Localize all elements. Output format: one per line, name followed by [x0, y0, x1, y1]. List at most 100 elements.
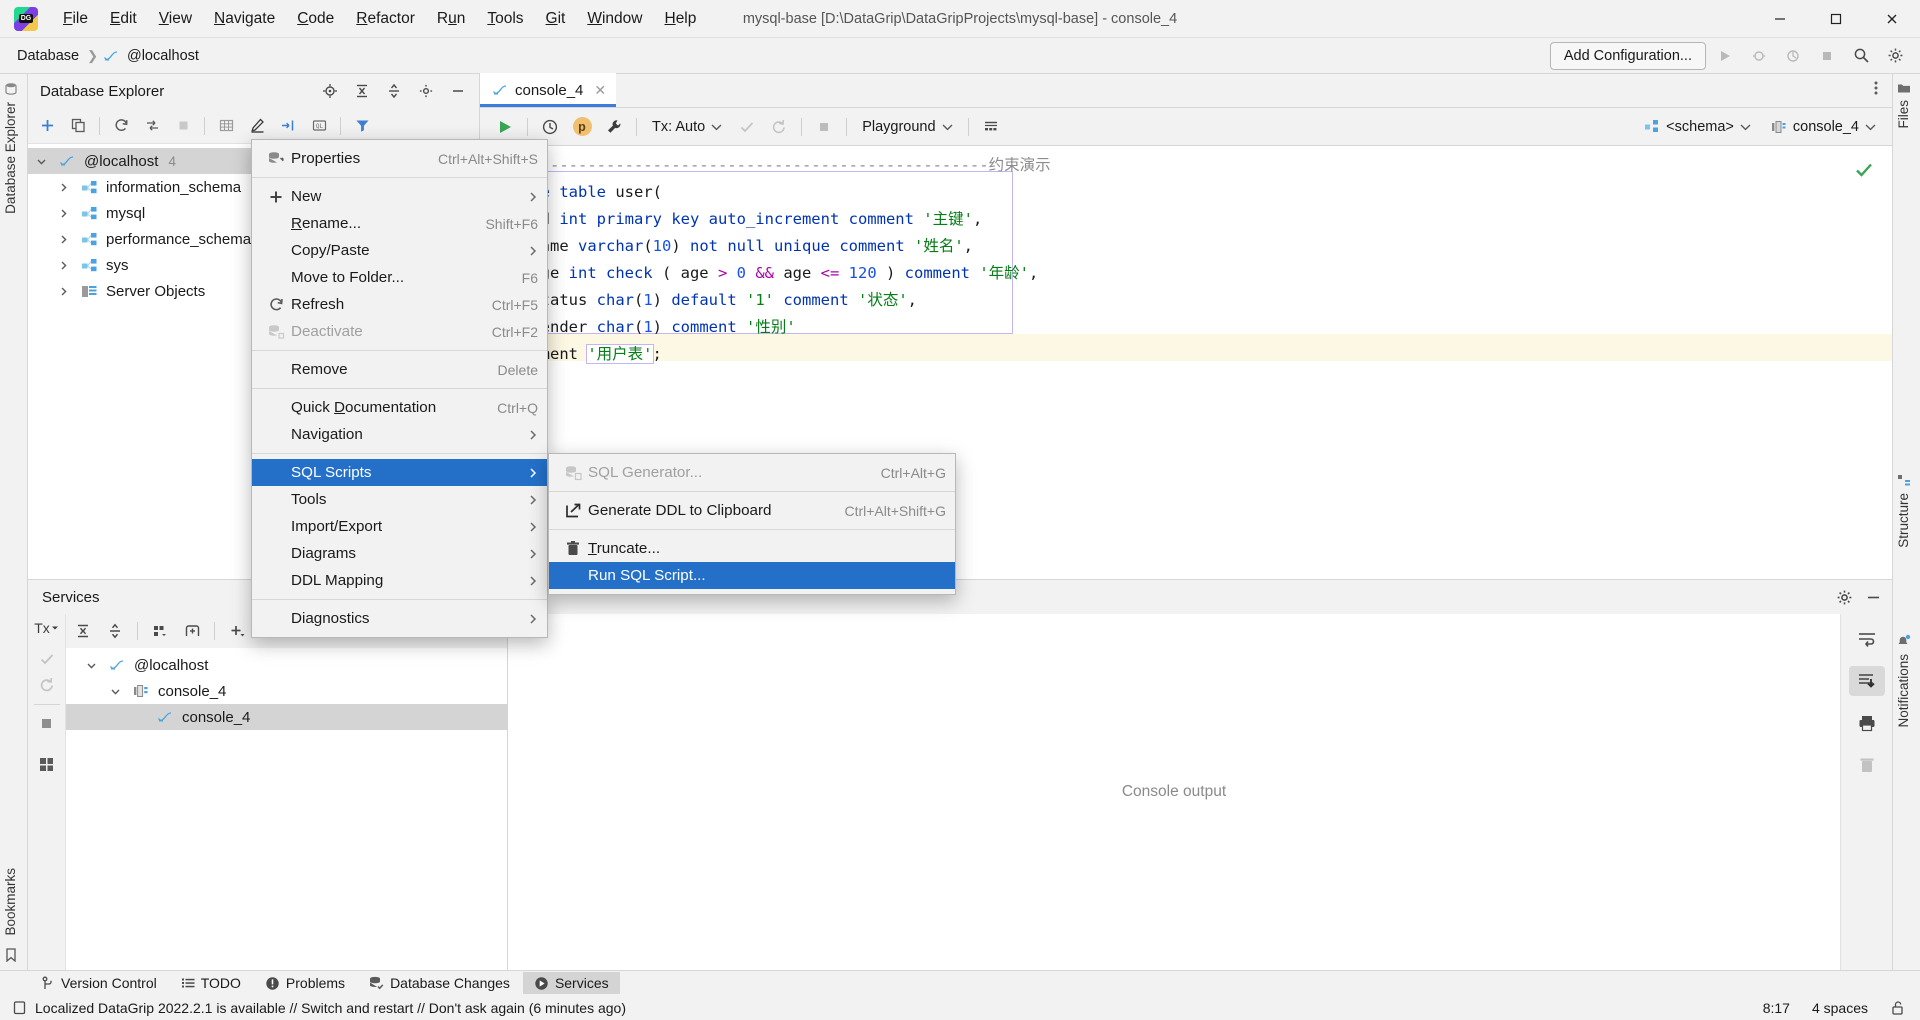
chevron-right-icon[interactable]: [58, 260, 78, 271]
services-settings-gear-icon[interactable]: [1836, 589, 1853, 606]
print-icon[interactable]: [1849, 708, 1885, 738]
tool-window-services[interactable]: Services: [522, 972, 620, 994]
tool-window-version-control[interactable]: Version Control: [30, 972, 168, 994]
sync-schemas-icon[interactable]: [137, 112, 167, 140]
minimize-button[interactable]: [1752, 0, 1808, 38]
menu-item-sql-scripts[interactable]: SQL Scripts: [252, 459, 547, 486]
notifications-strip-label[interactable]: Notifications: [1896, 654, 1911, 728]
stop-icon[interactable]: [809, 113, 839, 141]
clear-all-icon[interactable]: [1849, 750, 1885, 780]
services-layout-icon[interactable]: [38, 756, 55, 773]
code-line[interactable]: ) comment '用户表';: [480, 341, 1892, 368]
chevron-down-icon[interactable]: [36, 156, 56, 167]
tool-window-problems[interactable]: Problems: [254, 972, 356, 994]
chevron-down-icon[interactable]: [86, 660, 106, 671]
editor-more-options-icon[interactable]: [1868, 78, 1884, 98]
menu-item-import-export[interactable]: Import/Export: [252, 513, 547, 540]
scroll-to-end-icon[interactable]: [1848, 666, 1885, 696]
services-stop-icon[interactable]: [38, 715, 55, 732]
context-menu[interactable]: Properties Ctrl+Alt+Shift+S New Rename... Sh…: [251, 139, 548, 638]
menu-view[interactable]: View: [148, 7, 203, 31]
menu-refactor[interactable]: Refactor: [345, 7, 426, 31]
add-data-source-icon[interactable]: [32, 112, 62, 140]
search-icon[interactable]: [1846, 42, 1876, 70]
services-add-icon[interactable]: [222, 617, 252, 645]
services-tx-label[interactable]: Tx: [34, 620, 59, 636]
menu-navigate[interactable]: Navigate: [203, 7, 286, 31]
code-line[interactable]: create table user(: [480, 179, 1892, 206]
wrench-icon[interactable]: [599, 113, 629, 141]
menu-code[interactable]: Code: [286, 7, 345, 31]
unlocked-icon[interactable]: [1890, 1000, 1906, 1016]
maximize-button[interactable]: [1808, 0, 1864, 38]
code-line[interactable]: -- -------------------------------------…: [480, 152, 1892, 179]
menu-item-run-sql-script[interactable]: Run SQL Script...: [549, 562, 955, 589]
code-line[interactable]: gender char(1) comment '性别': [480, 314, 1892, 341]
history-icon[interactable]: [535, 113, 565, 141]
chevron-right-icon[interactable]: [58, 182, 78, 193]
editor-tab-console-4[interactable]: console_4 ✕: [480, 73, 617, 107]
services-add-tab-icon[interactable]: [177, 617, 207, 645]
menu-file[interactable]: File: [52, 7, 99, 31]
menu-item-diagrams[interactable]: Diagrams: [252, 540, 547, 567]
hide-panel-icon[interactable]: [443, 77, 473, 105]
menu-item-tools[interactable]: Tools: [252, 486, 547, 513]
menu-item-refresh[interactable]: Refresh Ctrl+F5: [252, 291, 547, 318]
code-line[interactable]: id int primary key auto_increment commen…: [480, 206, 1892, 233]
rollback-icon[interactable]: [764, 113, 794, 141]
menu-run[interactable]: Run: [426, 7, 476, 31]
filter-icon[interactable]: [347, 112, 377, 140]
locate-icon[interactable]: [315, 77, 345, 105]
sql-scripts-submenu[interactable]: SQL Generator... Ctrl+Alt+G Generate DDL t…: [548, 453, 956, 595]
status-message[interactable]: Localized DataGrip 2022.2.1 is available…: [35, 1000, 626, 1016]
menu-item-truncate[interactable]: Truncate...: [549, 535, 955, 562]
services-hide-icon[interactable]: [1865, 589, 1882, 606]
menu-item-copy-paste[interactable]: Copy/Paste: [252, 237, 547, 264]
chevron-right-icon[interactable]: [58, 208, 78, 219]
menu-help[interactable]: Help: [653, 7, 707, 31]
structure-strip-label[interactable]: Structure: [1896, 493, 1911, 548]
close-button[interactable]: [1864, 0, 1920, 38]
tool-window-todo[interactable]: TODO: [170, 972, 252, 994]
jump-to-console-icon[interactable]: [273, 112, 303, 140]
services-expand-all-icon[interactable]: [68, 617, 98, 645]
modify-object-icon[interactable]: [242, 112, 272, 140]
soft-wrap-icon[interactable]: [1849, 624, 1885, 654]
code-line[interactable]: age int check ( age > 0 && age <= 120 ) …: [480, 260, 1892, 287]
add-configuration-button[interactable]: Add Configuration...: [1549, 41, 1706, 70]
menu-item-navigation[interactable]: Navigation: [252, 421, 547, 448]
services-tree-item[interactable]: @localhost: [66, 652, 507, 678]
duplicate-icon[interactable]: [63, 112, 93, 140]
debug-toolbar-icon[interactable]: [1744, 42, 1774, 70]
transaction-mode-selector[interactable]: Tx: Auto: [644, 116, 730, 138]
code-line[interactable]: status char(1) default '1' comment '状态',: [480, 287, 1892, 314]
sql-code[interactable]: -- -------------------------------------…: [480, 146, 1892, 368]
breadcrumb-localhost[interactable]: @localhost: [124, 48, 202, 64]
services-collapse-all-icon[interactable]: [100, 617, 130, 645]
services-tree-item[interactable]: console_4: [66, 678, 507, 704]
menu-edit[interactable]: Edit: [99, 7, 148, 31]
breadcrumb-database[interactable]: Database: [14, 48, 82, 64]
profile-icon[interactable]: p: [567, 113, 597, 141]
run-toolbar-icon[interactable]: [1710, 42, 1740, 70]
bookmarks-strip-label[interactable]: Bookmarks: [3, 868, 18, 936]
data-grid-icon[interactable]: [976, 113, 1006, 141]
expand-collapse-icon[interactable]: [379, 77, 409, 105]
menu-item-sql-generator[interactable]: SQL Generator... Ctrl+Alt+G: [549, 459, 955, 486]
services-tree[interactable]: @localhost console_4 console_4: [66, 648, 507, 970]
panel-settings-gear-icon[interactable]: [411, 77, 441, 105]
menu-item-rename[interactable]: Rename... Shift+F6: [252, 210, 547, 237]
caret-position[interactable]: 8:17: [1763, 1000, 1790, 1016]
menu-item-diagnostics[interactable]: Diagnostics: [252, 605, 547, 632]
stop-toolbar-icon[interactable]: [1812, 42, 1842, 70]
notification-icon[interactable]: [12, 1000, 27, 1015]
menu-window[interactable]: Window: [576, 7, 653, 31]
services-group-icon[interactable]: [145, 617, 175, 645]
menu-item-quick-documentation[interactable]: Quick Documentation Ctrl+Q: [252, 394, 547, 421]
schema-selector[interactable]: <schema>: [1636, 116, 1759, 138]
services-tree-item[interactable]: console_4: [66, 704, 507, 730]
console-output-area[interactable]: Console output: [508, 614, 1840, 970]
run-icon[interactable]: [490, 113, 520, 141]
menu-item-new[interactable]: New: [252, 183, 547, 210]
stop-refresh-icon[interactable]: [168, 112, 198, 140]
